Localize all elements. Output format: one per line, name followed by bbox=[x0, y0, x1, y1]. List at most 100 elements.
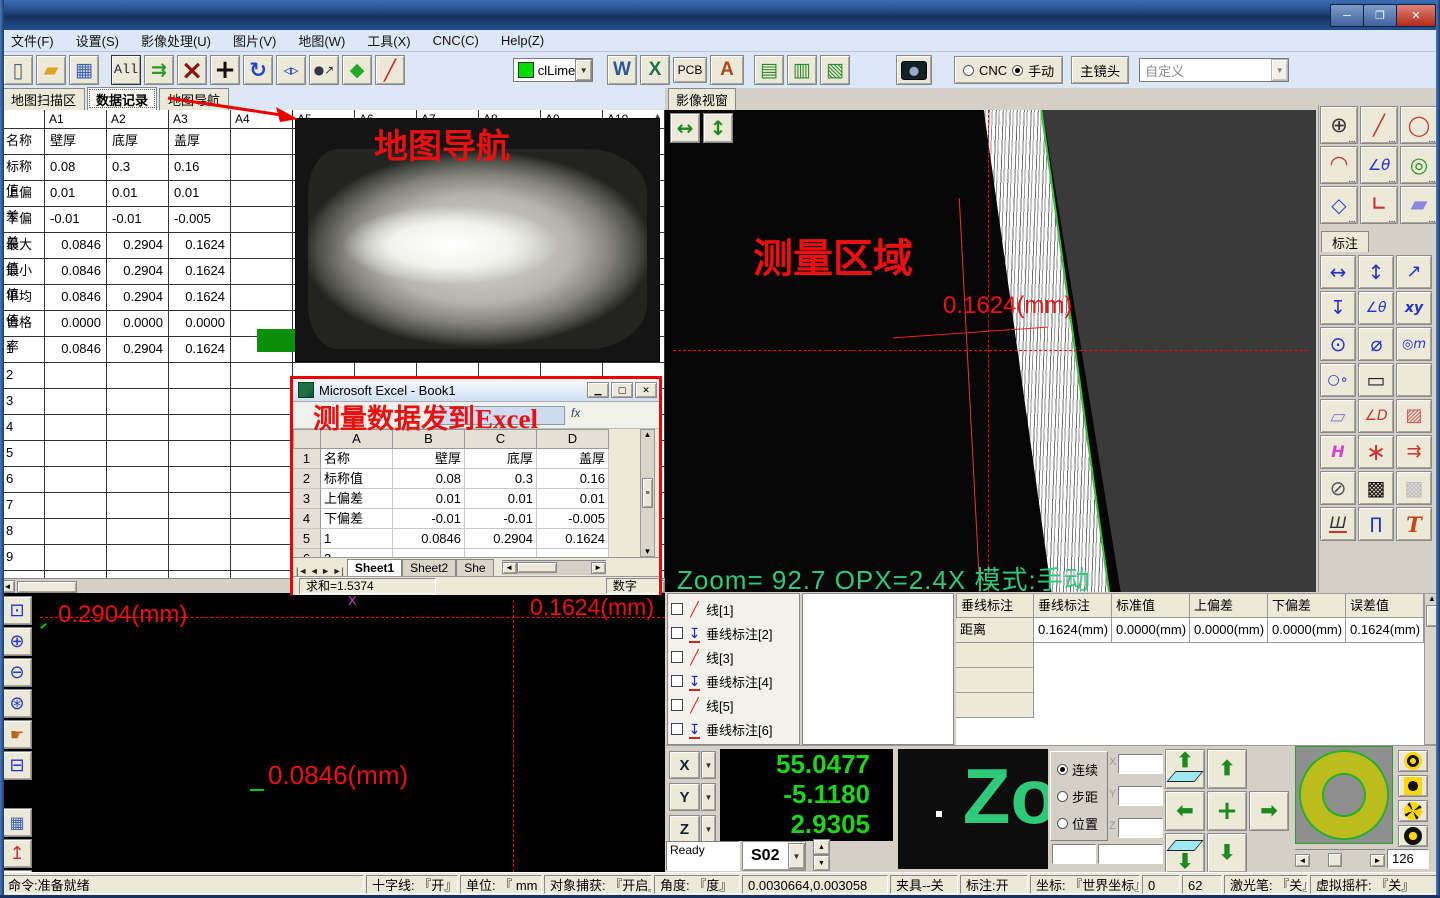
capture-button[interactable] bbox=[896, 55, 932, 85]
speed-combo[interactable]: S02 bbox=[742, 841, 806, 871]
excel-cell[interactable]: 0.16 bbox=[537, 469, 609, 489]
grid-cell[interactable]: -0.005 bbox=[169, 207, 231, 232]
grid-cell[interactable]: 0.1624 bbox=[169, 233, 231, 258]
grid-cell[interactable] bbox=[45, 441, 107, 466]
export-cad-button[interactable]: A bbox=[710, 55, 744, 85]
grid-cell[interactable] bbox=[169, 441, 231, 466]
cad-drawing-view[interactable]: 0.2904(mm) 0.1624(mm) 0.0846(mm) X bbox=[0, 593, 665, 872]
jog-y-minus-button[interactable]: ⬇ bbox=[1207, 833, 1247, 873]
spin-down-icon[interactable]: ▼ bbox=[813, 855, 830, 871]
annotation-tool-button[interactable] bbox=[1396, 363, 1432, 397]
item-checkbox[interactable] bbox=[671, 627, 683, 639]
grid-cell[interactable] bbox=[169, 467, 231, 492]
jog-x-plus-button[interactable]: ➡ bbox=[1249, 791, 1289, 831]
grid-cell[interactable] bbox=[231, 441, 293, 466]
annotation-tool-button[interactable] bbox=[1396, 399, 1432, 433]
item-checkbox[interactable] bbox=[671, 651, 683, 663]
grid-cell[interactable] bbox=[107, 545, 169, 570]
excel-cell[interactable]: 3 bbox=[293, 489, 321, 509]
scroll-thumb[interactable] bbox=[1328, 853, 1342, 867]
annotation-tool-button[interactable] bbox=[1396, 291, 1432, 325]
shape-button[interactable] bbox=[342, 55, 372, 85]
annotation-tool-button[interactable] bbox=[1358, 507, 1394, 541]
excel-cell[interactable]: 0.01 bbox=[393, 489, 465, 509]
menu-item[interactable]: 图片(V) bbox=[222, 31, 287, 50]
grid-cell[interactable] bbox=[231, 207, 293, 232]
light-pattern-button[interactable] bbox=[1398, 800, 1428, 822]
measure-tool-button[interactable] bbox=[1400, 186, 1438, 224]
annotation-tool-button[interactable] bbox=[1396, 471, 1432, 505]
excel-cell[interactable]: 6 bbox=[293, 549, 321, 557]
grid-cell[interactable] bbox=[231, 285, 293, 310]
grid-cell[interactable] bbox=[231, 545, 293, 570]
grid-row-header[interactable]: 平均值 bbox=[0, 285, 45, 310]
scroll-thumb[interactable] bbox=[517, 562, 557, 573]
jog-y-plus-button[interactable]: ⬆ bbox=[1207, 749, 1247, 789]
excel-cell[interactable]: 0.01 bbox=[465, 489, 537, 509]
excel-cell[interactable]: 0.01 bbox=[537, 489, 609, 509]
annotation-tool-button[interactable] bbox=[1358, 471, 1394, 505]
annotation-tool-button[interactable] bbox=[1320, 507, 1356, 541]
measure-tool-button[interactable] bbox=[1400, 146, 1438, 184]
grid-cell[interactable]: 0.08 bbox=[45, 155, 107, 180]
annotation-tool-button[interactable] bbox=[1320, 471, 1356, 505]
grid-cell[interactable]: 0.0000 bbox=[107, 311, 169, 336]
cad-tool-button[interactable] bbox=[2, 808, 32, 837]
excel-cell[interactable]: 下偏差 bbox=[321, 509, 393, 529]
excel-cell[interactable]: 0.2904 bbox=[465, 529, 537, 549]
excel-cell[interactable]: -0.01 bbox=[393, 509, 465, 529]
grid-row-header[interactable]: 2 bbox=[0, 363, 45, 388]
annotation-tool-button[interactable] bbox=[1358, 327, 1394, 361]
annotation-tool-button[interactable] bbox=[1358, 399, 1394, 433]
menu-item[interactable]: 设置(S) bbox=[65, 31, 130, 50]
list-item[interactable]: 垂线标注[6] bbox=[671, 717, 799, 741]
jog-x-minus-button[interactable]: ⬅ bbox=[1165, 791, 1205, 831]
light-pattern-button[interactable] bbox=[1398, 775, 1428, 797]
jog-mode-option[interactable]: 步距 bbox=[1057, 783, 1107, 810]
excel-cell[interactable]: 0.08 bbox=[393, 469, 465, 489]
excel-cell[interactable]: 2 bbox=[293, 469, 321, 489]
measure-tool-button[interactable] bbox=[1320, 106, 1358, 144]
excel-cell[interactable]: 底厚 bbox=[465, 449, 537, 469]
scroll-thumb[interactable] bbox=[17, 581, 77, 593]
annotation-tool-button[interactable] bbox=[1396, 435, 1432, 469]
list-item[interactable]: 线[5] bbox=[671, 693, 799, 717]
grid-cell[interactable]: 0.0000 bbox=[169, 311, 231, 336]
grid-row-header[interactable]: 下偏差 bbox=[0, 207, 45, 232]
grid-cell[interactable] bbox=[45, 363, 107, 388]
measure-tool-button[interactable] bbox=[1320, 146, 1358, 184]
item-checkbox[interactable] bbox=[671, 723, 683, 735]
menu-item[interactable]: CNC(C) bbox=[422, 33, 490, 48]
measure-tool-button[interactable] bbox=[1360, 106, 1398, 144]
nav-preview-panel[interactable]: Zo bbox=[898, 749, 1048, 869]
grid-cell[interactable] bbox=[231, 259, 293, 284]
grid-cell[interactable]: 0.0000 bbox=[45, 311, 107, 336]
grid-cell[interactable] bbox=[231, 389, 293, 414]
trajectory-button[interactable] bbox=[309, 55, 339, 85]
list-item[interactable]: 垂线标注[4] bbox=[671, 669, 799, 693]
export-word-button[interactable]: W bbox=[607, 55, 637, 85]
grid-cell[interactable]: 0.2904 bbox=[107, 233, 169, 258]
annotation-tool-button[interactable] bbox=[1358, 435, 1394, 469]
color-combo[interactable]: clLime bbox=[513, 58, 593, 82]
speed-spinner[interactable]: ▲ ▼ bbox=[813, 839, 830, 871]
mode-radio[interactable] bbox=[1057, 791, 1068, 802]
feed-slider[interactable] bbox=[1098, 844, 1163, 864]
annotation-tool-button[interactable] bbox=[1396, 327, 1432, 361]
grid-cell[interactable] bbox=[231, 181, 293, 206]
menu-item[interactable]: 工具(X) bbox=[356, 31, 421, 50]
table-row[interactable] bbox=[956, 668, 1424, 693]
close-button[interactable]: ✕ bbox=[1396, 4, 1436, 27]
transfer-button[interactable] bbox=[144, 55, 174, 85]
excel-cell[interactable]: 上偏差 bbox=[321, 489, 393, 509]
cnc-radio[interactable] bbox=[963, 65, 974, 76]
grid-cell[interactable] bbox=[45, 467, 107, 492]
jog-mode-option[interactable]: 位置 bbox=[1057, 810, 1107, 837]
excel-cell[interactable]: -0.01 bbox=[465, 509, 537, 529]
light-pattern-button[interactable] bbox=[1398, 825, 1428, 847]
grid-cell[interactable] bbox=[45, 519, 107, 544]
grid-cell[interactable] bbox=[231, 467, 293, 492]
table-row[interactable] bbox=[956, 693, 1424, 718]
z-axis-button[interactable]: Z bbox=[669, 815, 700, 843]
jog-center-button[interactable]: + bbox=[1207, 791, 1247, 831]
